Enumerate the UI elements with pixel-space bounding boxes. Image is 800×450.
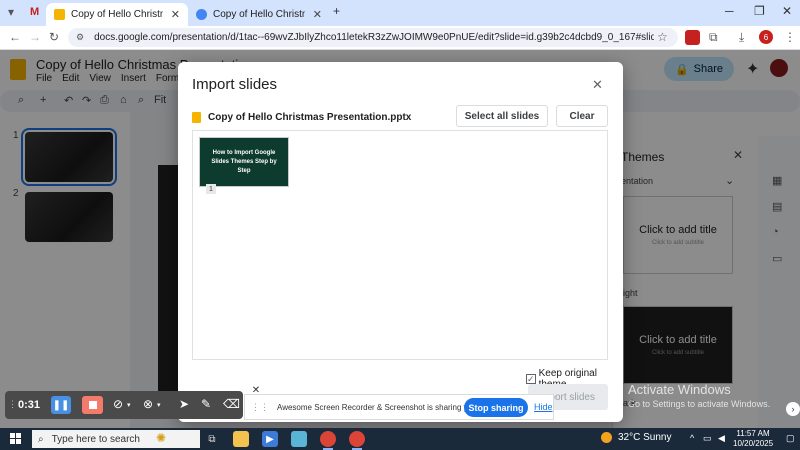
profile-avatar[interactable]: 6 [759,30,773,44]
notifications-icon[interactable]: ▢ [786,433,795,444]
dialog-title: Import slides [192,76,278,93]
camera-dropdown-icon[interactable]: ▾ [127,401,131,409]
slides-file-icon [192,112,201,123]
tab-title: Copy of Hello Christmas Presen [71,9,163,20]
tab-title: Copy of Hello Christmas Presen [213,9,305,20]
extensions-icon[interactable]: ⧉ [709,30,718,45]
download-icon[interactable]: ⤓ [739,30,744,45]
import-slide-thumbnail[interactable]: How to Import Google Slides Themes Step … [199,137,289,194]
chrome-icon[interactable] [320,431,336,450]
camera-off-icon[interactable]: ⊘ [113,397,123,411]
watermark-title: Activate Windows [628,382,731,397]
close-tab-icon[interactable]: ✕ [171,8,180,21]
taskbar-search-box[interactable]: ⌕ Type here to search ✺ [32,430,200,448]
slides-favicon-icon [54,9,65,20]
taskbar-clock[interactable]: 11:57 AM 10/20/2025 [733,429,773,449]
browser-toolbar: ← → ↻ ⚙ docs.google.com/presentation/d/1… [0,26,800,50]
file-name: Copy of Hello Christmas Presentation.ppt… [208,112,412,123]
chrome-profile-icon[interactable] [349,431,365,450]
reload-icon[interactable]: ↻ [49,30,59,44]
stop-recording-button[interactable] [82,396,103,414]
recording-timer: 0:31 [18,399,41,411]
dialog-close-icon[interactable]: ✕ [592,77,603,93]
tray-chevron-icon[interactable]: ^ [690,433,694,443]
address-bar[interactable]: ⚙ docs.google.com/presentation/d/1tac--6… [68,28,678,47]
weather-widget[interactable]: 32°C Sunny [601,432,671,443]
task-view-icon[interactable]: ⧉ [204,431,220,447]
eraser-icon[interactable]: ⌫ [223,397,240,411]
browser-tab-strip: ▾ M Copy of Hello Christmas Presen ✕ Cop… [0,0,800,26]
recorder-toolbar: ⋮ 0:31 ❚❚ ⊘ ▾ ⊗ ▾ ➤ ✎ ⌫ [5,391,243,419]
search-icon: ⌕ [38,433,44,445]
activate-windows-watermark: Activate Windows Go to Settings to activ… [628,382,770,409]
windows-start-icon[interactable] [10,433,22,445]
bookmark-star-icon[interactable]: ☆ [657,30,668,44]
mic-off-icon[interactable]: ⊗ [143,397,153,411]
close-tab-icon[interactable]: ✕ [313,8,322,21]
forward-icon[interactable]: → [29,30,41,44]
mic-dropdown-icon[interactable]: ▾ [157,401,161,409]
keep-theme-checkbox[interactable]: ✓ [526,374,536,384]
clock-time: 11:57 AM [736,429,770,438]
hide-banner-link[interactable]: Hide [534,402,553,412]
clock-date: 10/20/2025 [733,439,774,448]
site-favicon-icon [196,9,207,20]
import-slides-dialog: Import slides ✕ Copy of Hello Christmas … [178,62,623,422]
cursor-icon[interactable]: ➤ [179,397,189,411]
url-text: docs.google.com/presentation/d/1tac--69w… [94,32,655,43]
banner-drag-icon[interactable]: ⋮⋮ [251,402,269,413]
tab-slides-other[interactable]: Copy of Hello Christmas Presen ✕ [188,3,330,26]
site-info-icon[interactable]: ⚙ [76,32,84,43]
search-placeholder: Type here to search [51,433,140,445]
media-player-icon[interactable]: ▶ [262,431,278,447]
window-close-icon[interactable]: ✕ [782,4,792,18]
tab-slides-active[interactable]: Copy of Hello Christmas Presen ✕ [46,3,188,26]
slide-selection-grid: How to Import Google Slides Themes Step … [192,130,608,360]
search-highlight-icon: ✺ [156,431,167,445]
back-icon[interactable]: ← [9,30,21,44]
watermark-subtitle: Go to Settings to activate Windows. [628,399,771,409]
weather-text: 32°C Sunny [618,432,672,443]
new-tab-icon[interactable]: + [333,4,340,18]
file-explorer-icon[interactable] [233,431,249,447]
windows-taskbar: ⌕ Type here to search ✺ ⧉ ▶ 32°C Sunny ^… [0,428,800,450]
scroll-right-icon[interactable]: › [786,402,800,416]
recorder-extension-icon[interactable] [685,30,700,45]
network-icon[interactable]: ▭ [703,433,712,444]
pen-icon[interactable]: ✎ [201,397,211,411]
tab-search-icon[interactable]: ▾ [8,5,14,19]
gmail-icon[interactable]: M [30,6,39,18]
file-name-row: Copy of Hello Christmas Presentation.ppt… [192,112,411,123]
browser-menu-icon[interactable]: ⋮ [784,30,796,44]
clear-button[interactable]: Clear [556,105,608,127]
stop-sharing-button[interactable]: Stop sharing [464,398,528,417]
sunny-icon [601,432,612,443]
drag-handle-icon[interactable]: ⋮ [8,399,17,410]
screen-sharing-banner: ⋮⋮ Awesome Screen Recorder & Screenshot … [244,394,554,420]
select-all-slides-button[interactable]: Select all slides [456,105,548,127]
notes-app-icon[interactable] [291,431,307,447]
slide-thumbnail-caption: How to Import Google Slides Themes Step … [211,149,277,174]
slide-number-badge: 1 [206,184,216,194]
volume-icon[interactable]: ◀ [718,433,725,444]
restore-icon[interactable]: ❐ [754,4,765,18]
pause-recording-button[interactable]: ❚❚ [51,396,71,414]
minimize-icon[interactable]: ─ [725,4,734,18]
